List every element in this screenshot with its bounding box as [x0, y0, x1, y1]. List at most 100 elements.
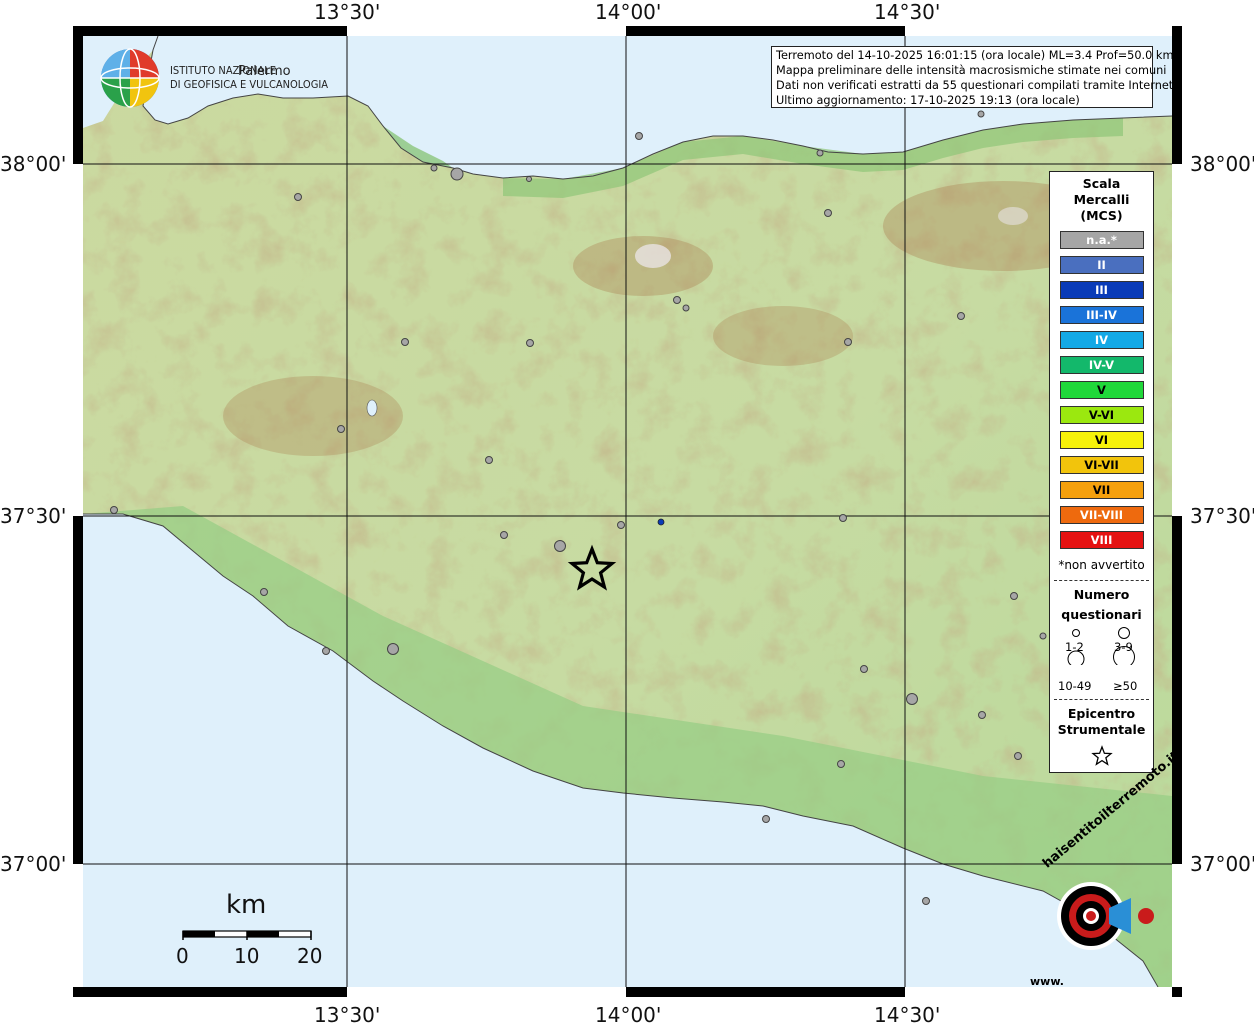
point-na [1010, 592, 1018, 600]
institute-line: DI GEOFISICA E VULCANOLOGIA [170, 78, 329, 91]
lon-label-bottom: 13°30' [314, 1003, 381, 1027]
scale-unit: km [226, 890, 267, 920]
lon-label-bottom: 14°00' [595, 1003, 662, 1027]
brand-www: www. [1030, 975, 1064, 988]
frame-tick [73, 864, 83, 987]
point-na [673, 296, 681, 304]
point-intensity-III [657, 518, 665, 526]
lat-label-right: 38°00' [1190, 152, 1254, 176]
frame-tick [347, 987, 626, 997]
point-na [1039, 632, 1047, 640]
point-na [957, 312, 965, 320]
frame-tick [1172, 164, 1182, 516]
legend-swatch: n.a.* [1059, 231, 1144, 249]
legend-swatch: III-IV [1059, 306, 1144, 324]
point-na [526, 339, 534, 347]
epicenter-title-line: Epicentro [1067, 706, 1136, 721]
point-na [337, 425, 345, 433]
lon-label-top: 13°30' [314, 0, 381, 24]
point-na [816, 149, 824, 157]
point-na [762, 815, 770, 823]
point-na [387, 643, 399, 655]
point-na [554, 540, 566, 552]
legend-title-line: (MCS) [1080, 208, 1123, 223]
legend-swatch: VI [1059, 431, 1144, 449]
place-label-palermo: Palermo [238, 64, 291, 79]
info-line: Terremoto del 14-10-2025 16:01:15 (ora l… [776, 49, 1174, 62]
legend-separator [1054, 699, 1149, 700]
point-na [682, 304, 690, 312]
frame-tick [347, 26, 626, 36]
count-label: 10-49 [1058, 679, 1092, 693]
point-na [430, 164, 438, 172]
point-na [110, 506, 118, 514]
legend-swatch: IV-V [1059, 356, 1144, 374]
frame-tick [1172, 864, 1182, 987]
mcs-legend: Scala Mercalli (MCS) n.a.* II III III-IV IV I… [1049, 171, 1154, 773]
legend-swatch: VIII [1059, 531, 1144, 549]
count-sizes: 1-2 3-9 10-49 ≥50 [1050, 625, 1153, 693]
legend-title-line: Mercalli [1073, 192, 1130, 207]
count-title-line: questionari [1061, 607, 1142, 622]
point-na [860, 665, 868, 673]
legend-swatch: V [1059, 381, 1144, 399]
legend-title-line: Scala [1082, 176, 1121, 191]
legend-swatch: II [1059, 256, 1144, 274]
point-na [401, 338, 409, 346]
event-info-box: Terremoto del 14-10-2025 16:01:15 (ora l… [771, 46, 1177, 108]
point-na [635, 132, 643, 140]
legend-swatch: V-VI [1059, 406, 1144, 424]
count-label: 3-9 [1114, 640, 1133, 654]
lat-label-right: 37°00' [1190, 852, 1254, 876]
point-na [1014, 752, 1022, 760]
count-title-line: Numero [1073, 587, 1130, 602]
lat-label-left: 37°00' [0, 852, 67, 876]
legend-separator [1054, 580, 1149, 581]
count-label: ≥50 [1113, 679, 1138, 693]
point-na [450, 167, 464, 181]
intensity-map[interactable] [83, 36, 1172, 987]
point-na [977, 110, 985, 118]
legend-swatch: VI-VII [1059, 456, 1144, 474]
point-na [485, 456, 493, 464]
lat-label-left: 38°00' [0, 152, 67, 176]
lat-label-left: 37°30' [0, 504, 67, 528]
legend-swatch: VII-VIII [1059, 506, 1144, 524]
count-title: Numero questionari [1050, 585, 1153, 625]
point-na [617, 521, 625, 529]
epicenter-title-line: Strumentale [1057, 722, 1146, 737]
scale-tick-label: 0 [176, 944, 189, 968]
frame-tick [905, 26, 1172, 36]
scale-tick-label: 20 [297, 944, 323, 968]
lon-label-bottom: 14°30' [874, 1003, 941, 1027]
info-line: Dati non verificati estratti da 55 quest… [776, 79, 1177, 92]
point-na [839, 514, 847, 522]
info-line: Ultimo aggiornamento: 17-10-2025 19:13 (… [776, 94, 1080, 107]
legend-swatches: n.a.* II III III-IV IV IV-V V V-VI VI VI-VII VII VI… [1050, 231, 1153, 549]
point-na [922, 897, 930, 905]
point-na [837, 760, 845, 768]
epicenter-star-icon [1090, 745, 1113, 766]
epicenter-title: Epicentro Strumentale [1050, 706, 1153, 738]
lon-label-top: 14°30' [874, 0, 941, 24]
point-na [294, 193, 302, 201]
point-na [322, 647, 330, 655]
legend-title: Scala Mercalli (MCS) [1050, 176, 1153, 224]
lat-label-right: 37°30' [1190, 504, 1254, 528]
legend-swatch: VII [1059, 481, 1144, 499]
point-na [526, 176, 532, 182]
terrain-layer [83, 36, 1172, 987]
info-line: Mappa preliminare delle intensità macros… [776, 64, 1167, 77]
lon-label-top: 14°00' [595, 0, 662, 24]
scale-tick-label: 10 [234, 944, 260, 968]
ingv-globe-logo [100, 48, 160, 108]
frame-tick [73, 164, 83, 516]
point-na [824, 209, 832, 217]
legend-swatch: III [1059, 281, 1144, 299]
legend-swatch: IV [1059, 331, 1144, 349]
point-na [260, 588, 268, 596]
point-na [500, 531, 508, 539]
legend-note: *non avvertito [1058, 558, 1145, 572]
count-label: 1-2 [1065, 640, 1084, 654]
point-na [906, 693, 918, 705]
